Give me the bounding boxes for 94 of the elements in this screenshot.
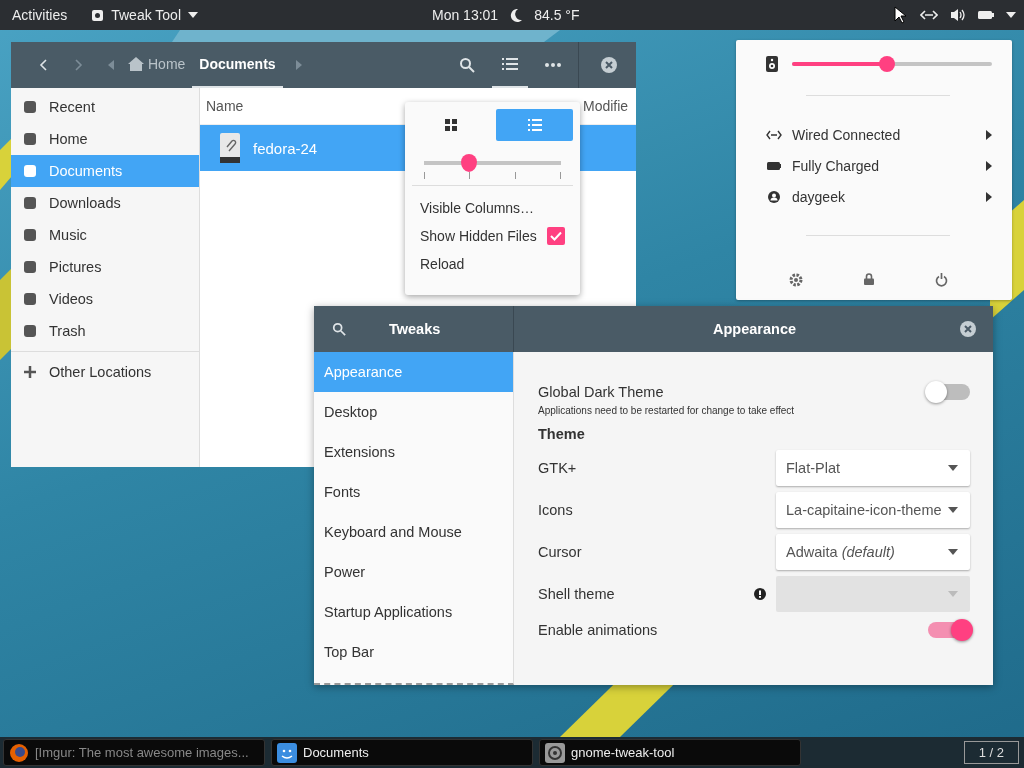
- place-icon: [22, 195, 38, 211]
- sidebar-item[interactable]: Extensions: [314, 432, 513, 472]
- list-icon: [502, 57, 518, 71]
- place-icon: [22, 163, 38, 179]
- sidebar-item[interactable]: Trash: [11, 315, 199, 347]
- menu-item[interactable]: Visible Columns…: [412, 194, 573, 222]
- sidebar-item[interactable]: Startup Applications: [314, 592, 513, 632]
- zoom-slider[interactable]: [424, 155, 561, 181]
- moon-icon: [510, 8, 523, 22]
- menu-item[interactable]: daygeek: [766, 181, 992, 212]
- sidebar-item[interactable]: Recent: [11, 91, 199, 123]
- volume-slider[interactable]: [792, 56, 992, 72]
- wired-network-icon: [766, 129, 782, 140]
- toggle-switch[interactable]: [928, 384, 970, 400]
- setting-label: GTK+: [538, 460, 578, 476]
- caret-icon: [948, 591, 958, 597]
- place-icon: [22, 99, 38, 115]
- search-icon[interactable]: [332, 322, 346, 336]
- plus-icon: [22, 364, 38, 380]
- list-view-button[interactable]: [496, 109, 573, 141]
- more-icon[interactable]: [545, 63, 561, 67]
- document-icon: [219, 133, 241, 163]
- list-icon: [527, 119, 542, 131]
- place-icon: [22, 227, 38, 243]
- submenu-arrow-icon: [986, 160, 992, 171]
- speaker-icon: [766, 56, 778, 72]
- place-icon: [22, 131, 38, 147]
- sidebar-item[interactable]: Pictures: [11, 251, 199, 283]
- caret-icon: [948, 549, 958, 555]
- cursor-icon: [894, 6, 906, 24]
- place-icon: [22, 259, 38, 275]
- setting-label: Enable animations: [538, 622, 658, 638]
- dropdown[interactable]: Flat-Plat: [776, 450, 970, 486]
- column-header[interactable]: Name: [206, 98, 244, 114]
- caret-icon[interactable]: [1006, 12, 1016, 18]
- taskbar-button[interactable]: [Imgur: The most awesome images...: [3, 739, 265, 766]
- sidebar-item[interactable]: Music: [11, 219, 199, 251]
- sidebar-item[interactable]: Home: [11, 123, 199, 155]
- battery-icon[interactable]: [978, 10, 994, 20]
- globe-icon: [9, 742, 29, 763]
- menu-item[interactable]: Wired Connected: [766, 119, 992, 150]
- submenu-arrow-icon: [986, 191, 992, 202]
- column-header[interactable]: Modifie: [583, 98, 629, 114]
- sidebar-item[interactable]: Downloads: [11, 187, 199, 219]
- user-icon: [766, 190, 782, 203]
- dropdown[interactable]: La-capitaine-icon-theme: [776, 492, 970, 528]
- submenu-arrow-icon: [986, 129, 992, 140]
- setting-label: Global Dark Theme: [538, 384, 664, 400]
- wired-network-icon[interactable]: [920, 10, 938, 20]
- checkbox[interactable]: [547, 227, 565, 245]
- place-icon: [22, 323, 38, 339]
- breadcrumb[interactable]: Documents: [192, 42, 283, 88]
- power-icon[interactable]: [935, 273, 948, 287]
- workspace-switcher[interactable]: 1 / 2: [963, 741, 1019, 764]
- caret-icon: [948, 507, 958, 513]
- caret-icon: [948, 465, 958, 471]
- taskbar-button[interactable]: Documents: [271, 739, 533, 766]
- battery-icon: [766, 161, 782, 170]
- sidebar-item[interactable]: Other Locations: [11, 356, 199, 388]
- app-menu-button[interactable]: Tweak Tool: [83, 3, 206, 27]
- sidebar-item[interactable]: Fonts: [314, 472, 513, 512]
- setting-note: Applications need to be restarted for change to take effect: [538, 405, 796, 416]
- sidebar-item[interactable]: Desktop: [314, 392, 513, 432]
- close-icon[interactable]: [959, 320, 977, 338]
- sidebar-item[interactable]: Keyboard and Mouse: [314, 512, 513, 552]
- dropdown[interactable]: Adwaita (default): [776, 534, 970, 570]
- caret-icon: [188, 12, 198, 18]
- sidebar-item[interactable]: Power: [314, 552, 513, 592]
- settings-icon[interactable]: [789, 273, 803, 287]
- menu-item[interactable]: Fully Charged: [766, 150, 992, 181]
- window-title: Tweaks: [389, 321, 441, 337]
- grid-icon: [444, 119, 457, 131]
- clock-text[interactable]: Mon 13:01: [432, 7, 499, 23]
- menu-item[interactable]: Reload: [412, 250, 573, 278]
- lock-icon[interactable]: [864, 273, 874, 285]
- place-icon: [22, 291, 38, 307]
- sidebar-item[interactable]: Top Bar: [314, 632, 513, 672]
- toggle-switch[interactable]: [928, 622, 970, 638]
- search-icon[interactable]: [459, 57, 475, 73]
- setting-label: Cursor: [538, 544, 583, 560]
- weather-text[interactable]: 84.5 °F: [534, 7, 580, 23]
- smiley-icon: [277, 742, 297, 763]
- sidebar-item[interactable]: Videos: [11, 283, 199, 315]
- section-heading: Theme: [538, 426, 586, 442]
- speaker-icon[interactable]: [950, 8, 966, 22]
- activities-button[interactable]: Activities: [4, 3, 76, 27]
- close-icon[interactable]: [600, 56, 618, 74]
- taskbar-button[interactable]: gnome-tweak-tool: [539, 739, 801, 766]
- breadcrumb[interactable]: Home: [121, 42, 193, 88]
- setting-label: Shell theme: [538, 586, 616, 602]
- menu-item[interactable]: Show Hidden Files: [412, 222, 573, 250]
- setting-label: Icons: [538, 502, 574, 518]
- page-title: Appearance: [713, 321, 797, 337]
- home-icon: [128, 57, 144, 71]
